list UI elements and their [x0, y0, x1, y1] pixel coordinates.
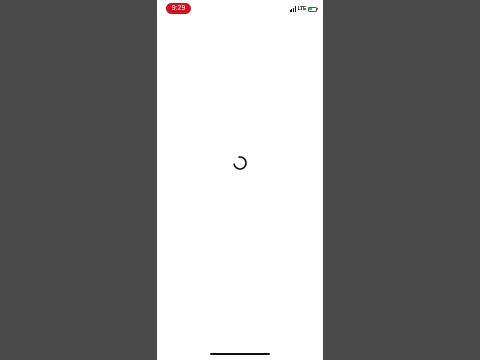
battery-cap [317, 8, 318, 10]
letterbox-left [0, 0, 157, 360]
battery-level-fill [309, 8, 313, 10]
status-time[interactable]: 9:29 [166, 3, 191, 14]
letterbox-right [323, 0, 480, 360]
phone-screen: 9:29 LTE [157, 0, 323, 360]
status-indicators: LTE [289, 4, 318, 14]
network-type-label: LTE [297, 6, 307, 12]
battery-icon [307, 6, 317, 12]
status-bar: 9:29 LTE [157, 0, 323, 18]
cellular-signal-icon [289, 6, 297, 12]
loading-spinner-icon [232, 155, 248, 171]
home-indicator[interactable] [210, 353, 270, 355]
